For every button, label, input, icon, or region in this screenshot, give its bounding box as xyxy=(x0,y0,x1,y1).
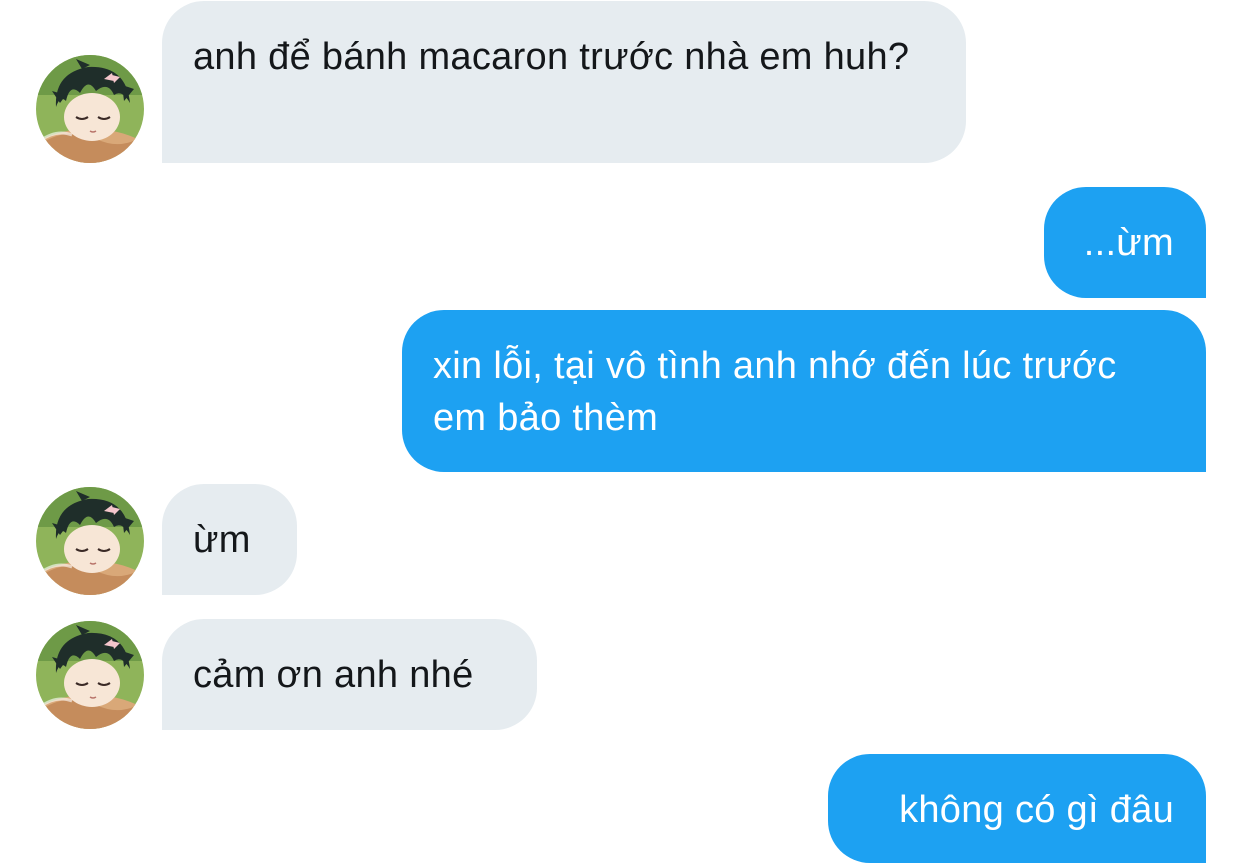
chat-window: anh để bánh macaron trước nhà em huh? ..… xyxy=(0,0,1242,863)
anime-boy-sleeping-avatar xyxy=(36,487,144,595)
message-text: ...ừm xyxy=(1083,222,1174,264)
avatar[interactable] xyxy=(36,55,144,163)
message-bubble-incoming[interactable]: anh để bánh macaron trước nhà em huh? xyxy=(162,1,966,163)
message-text: không có gì đâu xyxy=(899,789,1174,831)
message-bubble-outgoing[interactable]: ...ừm xyxy=(1044,187,1206,298)
anime-boy-sleeping-avatar xyxy=(36,621,144,729)
message-text: cảm ơn anh nhé xyxy=(193,654,474,696)
avatar[interactable] xyxy=(36,487,144,595)
anime-boy-sleeping-avatar xyxy=(36,55,144,163)
message-bubble-incoming[interactable]: cảm ơn anh nhé xyxy=(162,619,537,730)
avatar[interactable] xyxy=(36,621,144,729)
message-bubble-incoming[interactable]: ừm xyxy=(162,484,297,595)
message-bubble-outgoing[interactable]: xin lỗi, tại vô tình anh nhớ đến lúc trư… xyxy=(402,310,1206,472)
message-text: ừm xyxy=(193,519,251,561)
message-bubble-outgoing[interactable]: không có gì đâu xyxy=(828,754,1206,863)
message-text: anh để bánh macaron trước nhà em huh? xyxy=(193,36,910,78)
message-text: xin lỗi, tại vô tình anh nhớ đến lúc trư… xyxy=(433,345,1117,439)
